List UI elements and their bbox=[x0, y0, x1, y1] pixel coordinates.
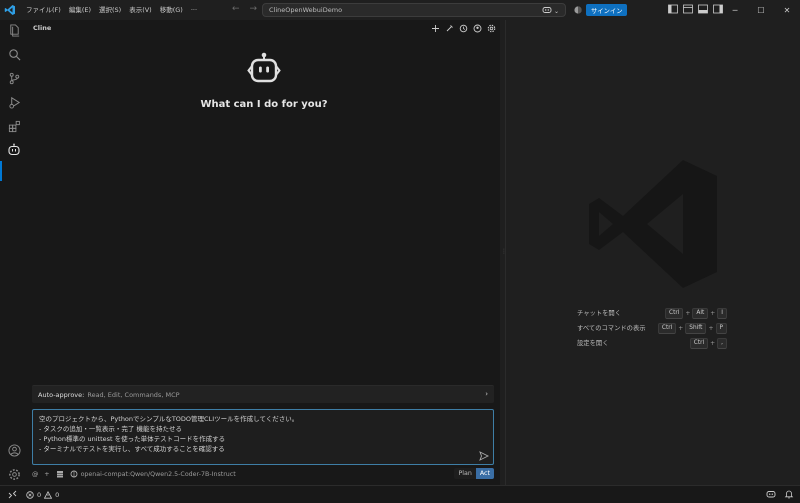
auto-approve-bar[interactable]: Auto-approve: Read, Edit, Commands, MCP … bbox=[32, 385, 494, 403]
maximize-icon[interactable]: ☐ bbox=[748, 0, 774, 20]
key: P bbox=[715, 323, 727, 334]
explorer-icon[interactable] bbox=[6, 22, 22, 38]
account-icon[interactable] bbox=[6, 442, 22, 458]
forward-arrow-icon[interactable]: → bbox=[250, 4, 258, 14]
cline-icon[interactable] bbox=[6, 142, 22, 158]
prompt-line-4: - ターミナルでテストを実行し、すべて成功することを確認する bbox=[39, 445, 225, 453]
key: Shift bbox=[685, 323, 707, 334]
active-indicator bbox=[0, 161, 2, 181]
accounts-icon[interactable] bbox=[574, 6, 582, 14]
chevron-down-icon[interactable]: ⌄ bbox=[554, 8, 559, 15]
model-name: openai-compat:Qwen/Qwen2.5-Coder-7B-Inst… bbox=[80, 470, 236, 478]
error-count: 0 bbox=[37, 490, 42, 499]
plan-mode-button[interactable]: Plan bbox=[454, 468, 476, 479]
menu-bar: ファイル(F) 編集(E) 選択(S) 表示(V) 移動(G) ··· bbox=[22, 0, 201, 20]
shortcut-keys: Ctrl + Shift + P bbox=[657, 322, 727, 335]
search-icon[interactable] bbox=[6, 46, 22, 62]
activity-bar bbox=[0, 20, 28, 485]
layout-controls bbox=[668, 4, 723, 16]
chevron-right-icon[interactable]: › bbox=[485, 390, 488, 398]
toggle-bottom-panel-icon[interactable] bbox=[698, 4, 708, 16]
model-selector[interactable]: openai-compat:Qwen/Qwen2.5-Coder-7B-Inst… bbox=[70, 470, 236, 478]
server-icon[interactable] bbox=[56, 470, 64, 478]
run-debug-icon[interactable] bbox=[6, 94, 22, 110]
shortcut-keys: Ctrl + Alt + I bbox=[665, 307, 727, 320]
window-controls: ─ ☐ ✕ bbox=[722, 0, 800, 20]
back-arrow-icon[interactable]: ← bbox=[232, 4, 240, 14]
cline-panel: Cline What can I do for you? Auto-approv… bbox=[28, 20, 500, 485]
key: I bbox=[717, 308, 727, 319]
shortcut-keys: Ctrl + , bbox=[689, 337, 727, 350]
close-icon[interactable]: ✕ bbox=[774, 0, 800, 20]
vscode-watermark-icon bbox=[583, 154, 723, 294]
cline-robot-icon bbox=[247, 52, 281, 86]
mention-button[interactable]: @ bbox=[32, 471, 38, 478]
menu-selection[interactable]: 選択(S) bbox=[95, 0, 125, 20]
shortcut-show-commands[interactable]: すべてのコマンドの表示 Ctrl + Shift + P bbox=[577, 322, 727, 337]
warning-count: 0 bbox=[55, 490, 60, 499]
chat-input-toolbar: @ + openai-compat:Qwen/Qwen2.5-Coder-7B-… bbox=[32, 468, 494, 480]
status-bar-right bbox=[766, 489, 794, 501]
key: Ctrl bbox=[665, 308, 684, 319]
panel-title: Cline bbox=[33, 24, 52, 32]
remote-indicator-icon[interactable] bbox=[0, 486, 24, 503]
act-mode-button[interactable]: Act bbox=[475, 468, 494, 479]
command-center-controls: ⌄ bbox=[542, 5, 559, 17]
shortcut-label: チャットを開く bbox=[577, 310, 622, 317]
new-task-icon[interactable] bbox=[430, 23, 440, 33]
auto-approve-values: Read, Edit, Commands, MCP bbox=[87, 390, 180, 399]
add-context-button[interactable]: + bbox=[44, 471, 49, 478]
history-icon[interactable] bbox=[458, 23, 468, 33]
command-center-text: ClineOpenWebuiDemo bbox=[269, 6, 343, 14]
menu-edit[interactable]: 編集(E) bbox=[65, 0, 95, 20]
shortcut-open-settings[interactable]: 設定を開く Ctrl + , bbox=[577, 337, 727, 352]
prompt-line-1: 空のプロジェクトから、PythonでシンプルなTODO管理CLIツールを作成して… bbox=[39, 415, 299, 423]
shortcut-hints: チャットを開く Ctrl + Alt + I すべてのコマンドの表示 Ctrl + S… bbox=[577, 307, 727, 352]
toggle-primary-sidebar-icon[interactable] bbox=[668, 4, 678, 16]
status-bar: 0 0 bbox=[0, 485, 800, 503]
source-control-icon[interactable] bbox=[6, 70, 22, 86]
command-center[interactable]: ClineOpenWebuiDemo ⌄ bbox=[262, 3, 566, 17]
shortcut-label: すべてのコマンドの表示 bbox=[577, 325, 646, 332]
cline-panel-header: Cline bbox=[28, 20, 500, 36]
vscode-logo-icon[interactable] bbox=[0, 0, 20, 20]
account-circle-icon[interactable] bbox=[472, 23, 482, 33]
copilot-icon[interactable] bbox=[542, 5, 552, 17]
auto-approve-label: Auto-approve: bbox=[38, 390, 85, 399]
settings-icon[interactable] bbox=[486, 23, 496, 33]
welcome-heading: What can I do for you? bbox=[200, 99, 328, 110]
model-brain-icon bbox=[70, 470, 78, 478]
shortcut-open-chat[interactable]: チャットを開く Ctrl + Alt + I bbox=[577, 307, 727, 322]
shortcut-label: 設定を開く bbox=[577, 340, 609, 347]
warning-icon bbox=[44, 490, 53, 499]
mcp-servers-icon[interactable] bbox=[444, 23, 454, 33]
chat-input[interactable]: 空のプロジェクトから、PythonでシンプルなTODO管理CLIツールを作成して… bbox=[32, 409, 494, 465]
menu-file[interactable]: ファイル(F) bbox=[22, 0, 65, 20]
send-icon[interactable] bbox=[479, 451, 490, 461]
menu-view[interactable]: 表示(V) bbox=[125, 0, 156, 20]
prompt-line-3: - Python標準の unittest を使った単体テストコードを作成する bbox=[39, 435, 226, 443]
toggle-panel-icon[interactable] bbox=[683, 4, 693, 16]
copilot-status-icon[interactable] bbox=[766, 489, 776, 501]
extensions-icon[interactable] bbox=[6, 118, 22, 134]
settings-gear-icon[interactable] bbox=[6, 466, 22, 482]
menu-more[interactable]: ··· bbox=[187, 0, 201, 20]
editor-area: チャットを開く Ctrl + Alt + I すべてのコマンドの表示 Ctrl + S… bbox=[505, 20, 798, 485]
prompt-line-2: - タスクの追加・一覧表示・完了 機能を持たせる bbox=[39, 425, 182, 433]
key: Alt bbox=[692, 308, 709, 319]
notifications-bell-icon[interactable] bbox=[784, 489, 794, 501]
key: Ctrl bbox=[657, 323, 677, 334]
panel-toolbar bbox=[430, 23, 496, 33]
problems-indicator[interactable]: 0 0 bbox=[26, 490, 60, 499]
error-icon bbox=[26, 490, 34, 499]
signin-button[interactable]: サインイン bbox=[586, 4, 628, 16]
nav-arrows: ← → bbox=[232, 4, 257, 14]
key: Ctrl bbox=[689, 338, 709, 349]
menu-go[interactable]: 移動(G) bbox=[156, 0, 187, 20]
plan-act-toggle[interactable]: Plan Act bbox=[454, 468, 494, 479]
minimize-icon[interactable]: ─ bbox=[722, 0, 748, 20]
title-bar: ファイル(F) 編集(E) 選択(S) 表示(V) 移動(G) ··· ← → … bbox=[0, 0, 800, 20]
key: , bbox=[717, 338, 727, 349]
